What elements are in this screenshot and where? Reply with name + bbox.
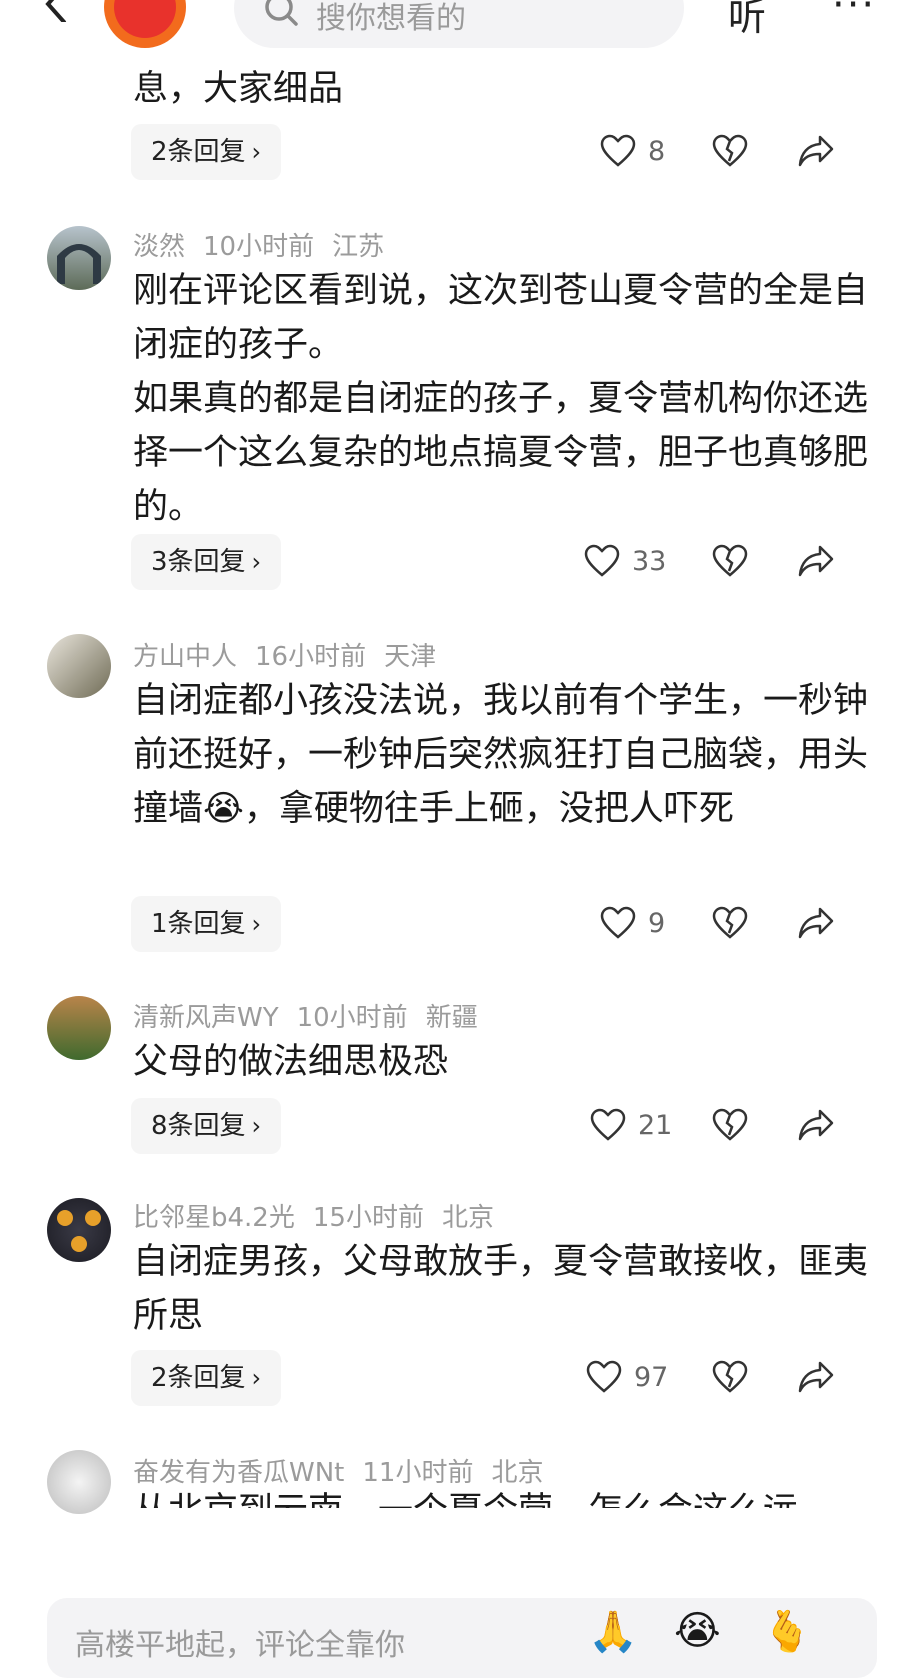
listen-button[interactable]: 听 — [728, 0, 766, 41]
heart-icon[interactable] — [600, 133, 636, 169]
broken-heart-icon[interactable] — [712, 543, 748, 579]
pray-emoji-button[interactable]: 🙏 — [588, 1608, 638, 1655]
top-bar: 搜你想看的 听 ··· — [0, 0, 919, 56]
chevron-right-icon: › — [251, 1364, 262, 1392]
comment-text: 自闭症都小孩没法说，我以前有个学生，一秒钟前还挺好，一秒钟后突然疯狂打自己脑袋，… — [133, 674, 873, 836]
comment-input-placeholder: 高楼平地起，评论全靠你 — [75, 1628, 405, 1663]
replies-label: 1条回复 — [151, 909, 246, 939]
share-icon[interactable] — [798, 543, 836, 579]
avatar[interactable] — [47, 996, 111, 1060]
broken-heart-icon[interactable] — [712, 1107, 748, 1143]
search-icon — [265, 0, 298, 26]
avatar[interactable] — [47, 1198, 111, 1262]
broken-heart-icon[interactable] — [712, 133, 748, 169]
comment-text: 息，大家细品 — [133, 69, 344, 109]
share-icon[interactable] — [798, 1359, 836, 1395]
avatar[interactable] — [47, 634, 111, 698]
avatar[interactable] — [47, 1450, 111, 1514]
avatar[interactable] — [47, 226, 111, 290]
comment-meta: 方山中人 16小时前 天津 — [133, 636, 454, 673]
like-count: 97 — [634, 1362, 669, 1393]
heart-icon[interactable] — [586, 1359, 622, 1395]
replies-label: 3条回复 — [151, 547, 246, 577]
crying-emoji: 😭 — [203, 789, 244, 829]
username[interactable]: 奋发有为香瓜WNt — [133, 1458, 344, 1488]
heart-icon[interactable] — [590, 1107, 626, 1143]
comment-meta: 淡然 10小时前 江苏 — [133, 226, 402, 263]
back-arrow-icon[interactable] — [38, 0, 78, 24]
chevron-right-icon: › — [251, 910, 262, 938]
replies-button[interactable]: 1条回复 › — [131, 896, 282, 952]
comment-text-part: ，拿硬物往手上砸，没把人吓死 — [243, 789, 734, 829]
comment-text-clip: 从北京到云南，一个夏令营，怎么会这么远 — [133, 1490, 873, 1508]
app-logo[interactable] — [104, 0, 186, 48]
comment-text: 父母的做法细思极恐 — [133, 1042, 449, 1082]
share-icon[interactable] — [798, 133, 836, 169]
replies-button[interactable]: 2条回复 › — [131, 1350, 282, 1406]
location: 天津 — [384, 642, 437, 672]
location: 新疆 — [425, 1003, 478, 1033]
username[interactable]: 清新风声WY — [133, 1003, 279, 1033]
like-count: 9 — [648, 908, 666, 939]
comment-text: 从北京到云南，一个夏令营，怎么会这么远 — [133, 1490, 873, 1508]
broken-heart-icon[interactable] — [712, 905, 748, 941]
like-count: 21 — [638, 1110, 673, 1141]
comment-meta: 清新风声WY 10小时前 新疆 — [133, 997, 496, 1034]
like-count: 33 — [632, 546, 667, 577]
broken-heart-icon[interactable] — [712, 1359, 748, 1395]
chevron-right-icon: › — [251, 1112, 262, 1140]
replies-button[interactable]: 8条回复 › — [131, 1098, 282, 1154]
username[interactable]: 比邻星b4.2光 — [133, 1203, 295, 1233]
finger-heart-emoji-button[interactable]: 🫰 — [762, 1608, 812, 1655]
username[interactable]: 方山中人 — [133, 642, 237, 672]
share-icon[interactable] — [798, 1107, 836, 1143]
location: 北京 — [491, 1458, 544, 1488]
comment-meta: 奋发有为香瓜WNt 11小时前 北京 — [133, 1452, 561, 1489]
comment-text: 刚在评论区看到说，这次到苍山夏令营的全是自闭症的孩子。 如果真的都是自闭症的孩子… — [133, 271, 869, 527]
heart-icon[interactable] — [600, 905, 636, 941]
timestamp: 16小时前 — [255, 642, 367, 672]
timestamp: 10小时前 — [296, 1003, 408, 1033]
search-placeholder: 搜你想看的 — [316, 1, 466, 36]
search-bar[interactable]: 搜你想看的 — [234, 0, 684, 48]
username[interactable]: 淡然 — [133, 232, 185, 262]
comment-input[interactable]: 高楼平地起，评论全靠你 — [47, 1598, 877, 1678]
location: 北京 — [441, 1203, 494, 1233]
replies-label: 2条回复 — [151, 1363, 246, 1393]
replies-button[interactable]: 3条回复 › — [131, 534, 282, 590]
crying-emoji-button[interactable]: 😭 — [674, 1608, 721, 1654]
comment-text: 自闭症男孩，父母敢放手，夏令营敢接收，匪夷所思 — [133, 1242, 869, 1336]
like-count: 8 — [648, 136, 666, 167]
replies-button[interactable]: 2条回复 › — [131, 124, 282, 180]
location: 江苏 — [332, 232, 385, 262]
replies-label: 2条回复 — [151, 137, 246, 167]
timestamp: 10小时前 — [203, 232, 315, 262]
chevron-right-icon: › — [251, 548, 262, 576]
comment-meta: 比邻星b4.2光 15小时前 北京 — [133, 1197, 512, 1234]
heart-icon[interactable] — [584, 543, 620, 579]
replies-label: 8条回复 — [151, 1111, 246, 1141]
share-icon[interactable] — [798, 905, 836, 941]
more-options-button[interactable]: ··· — [832, 0, 876, 25]
chevron-right-icon: › — [251, 138, 262, 166]
timestamp: 11小时前 — [362, 1458, 474, 1488]
timestamp: 15小时前 — [312, 1203, 424, 1233]
